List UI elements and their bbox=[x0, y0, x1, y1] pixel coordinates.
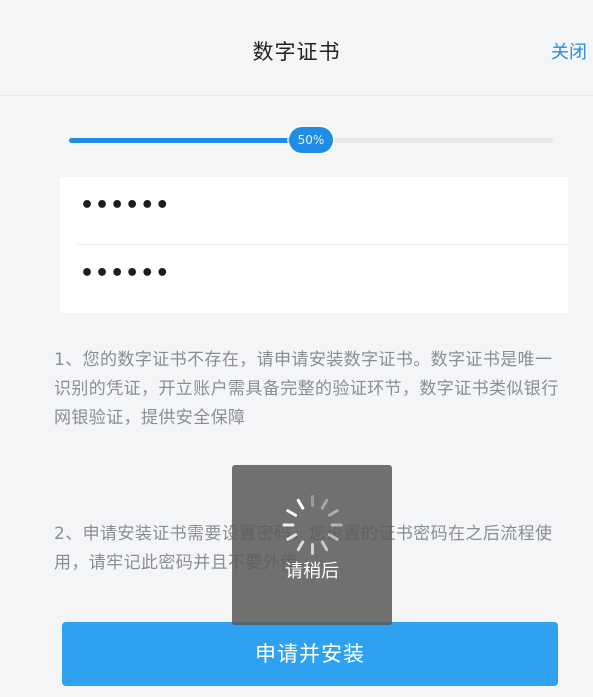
password-field[interactable]: •••••• bbox=[60, 177, 568, 245]
password-value: •••••• bbox=[80, 193, 171, 218]
spinner-tick bbox=[326, 532, 339, 542]
apply-install-button[interactable]: 申请并安装 bbox=[62, 622, 558, 686]
progress-bar: 50% bbox=[69, 127, 553, 153]
nav-header: 数字证书 关闭 bbox=[0, 0, 593, 96]
spinner-tick bbox=[295, 539, 305, 552]
loading-toast: 请稍后 bbox=[232, 465, 392, 625]
spinner-tick bbox=[310, 543, 314, 555]
spinner-tick bbox=[319, 498, 329, 511]
progress-fill bbox=[69, 138, 311, 143]
spinner-tick bbox=[285, 508, 298, 518]
close-button[interactable]: 关闭 bbox=[551, 38, 587, 64]
confirm-password-value: •••••• bbox=[80, 261, 171, 286]
notice-text-1: 1、您的数字证书不存在，请申请安装数字证书。数字证书是唯一识别的凭证，开立账户需… bbox=[54, 350, 559, 428]
spinner-tick bbox=[282, 523, 294, 527]
spinner-tick bbox=[285, 532, 298, 542]
spinner-tick bbox=[310, 495, 314, 507]
confirm-password-field[interactable]: •••••• bbox=[60, 245, 568, 313]
password-card: •••••• •••••• bbox=[60, 177, 568, 313]
page-title: 数字证书 bbox=[252, 40, 341, 64]
loading-text: 请稍后 bbox=[285, 561, 339, 582]
spinner-tick bbox=[330, 523, 342, 527]
digital-certificate-screen: 数字证书 关闭 50% •••••• •••••• 1、您的数字证书不存在，请申… bbox=[0, 0, 593, 697]
spinner-tick bbox=[326, 508, 339, 518]
spinner-tick bbox=[295, 498, 305, 511]
progress-percent-badge: 50% bbox=[289, 127, 333, 153]
spinner-tick bbox=[319, 539, 329, 552]
